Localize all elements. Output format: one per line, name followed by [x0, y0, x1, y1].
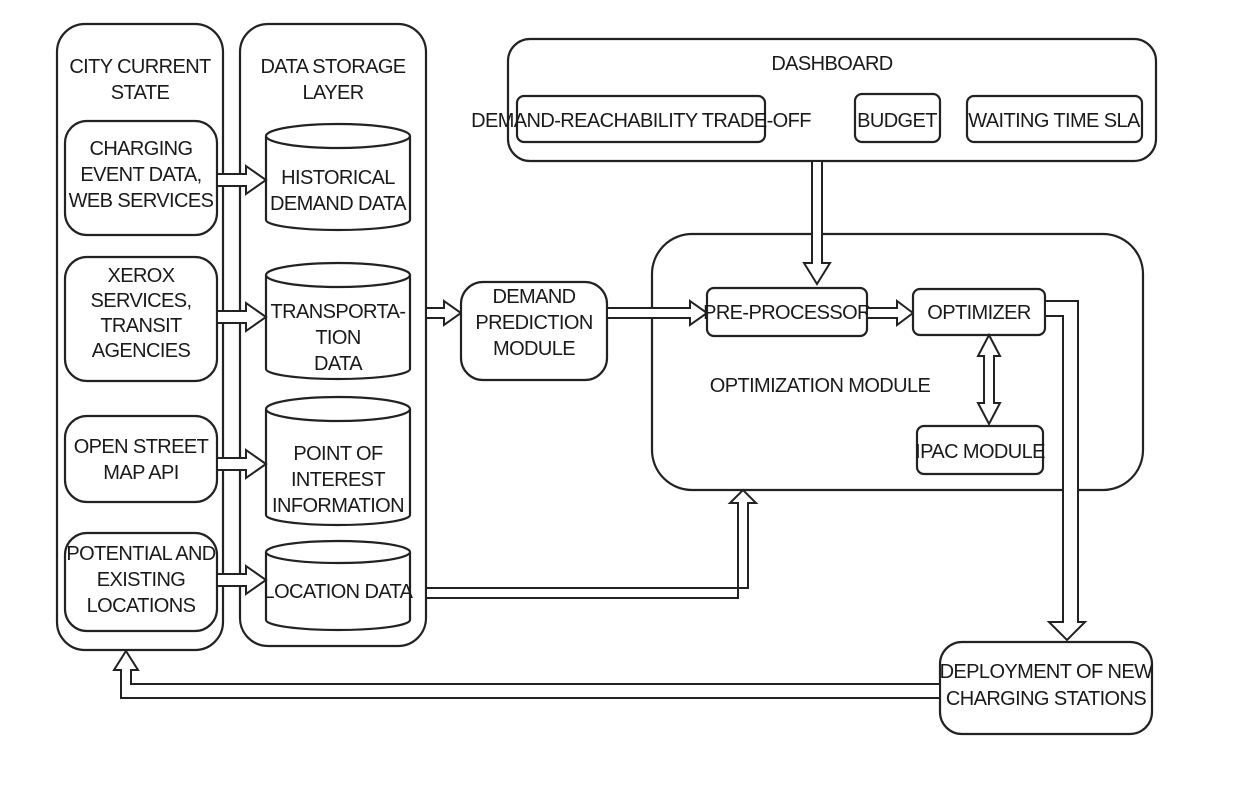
arrow-deployment-to-city-feedback [112, 649, 941, 699]
dashboard-item-label: BUDGET [857, 110, 937, 132]
source-label: EXISTING [97, 569, 186, 591]
deployment-label: DEPLOYMENT OF NEW [940, 661, 1154, 683]
store-label: TION [315, 327, 360, 349]
arrow-dashboard-to-pre-processor [802, 160, 832, 286]
source-label: LOCATIONS [87, 595, 196, 617]
pre-processor-label: PRE-PROCESSOR [703, 302, 871, 324]
system-diagram: CITY CURRENT STATE CHARGING EVENT DATA, … [55, 22, 1158, 736]
source-label: AGENCIES [92, 340, 191, 362]
demand-prediction-label: PREDICTION [475, 312, 592, 334]
demand-prediction-label: DEMAND [492, 286, 575, 308]
source-open-street-map-api [63, 414, 219, 504]
store-label: INFORMATION [272, 495, 404, 517]
source-label: OPEN STREET [74, 436, 209, 458]
store-label: DEMAND DATA [270, 193, 407, 215]
cylinder-top [264, 539, 412, 565]
dashboard-item-label: WAITING TIME SLA [968, 110, 1141, 132]
dashboard-item-label: DEMAND-REACHABILITY TRADE-OFF [471, 110, 811, 132]
cylinder-top [264, 122, 412, 150]
data-storage-layer-title-1: DATA STORAGE [260, 56, 405, 78]
optimization-module-title: OPTIMIZATION MODULE [710, 375, 931, 397]
source-label: XEROX [107, 265, 174, 287]
store-label: TRANSPORTA- [271, 301, 406, 323]
source-label: CHARGING [90, 138, 193, 160]
source-label: EVENT DATA, [80, 164, 201, 186]
source-label: SERVICES, [91, 290, 192, 312]
city-current-state-title-2: STATE [111, 82, 170, 104]
source-label: WEB SERVICES [69, 190, 214, 212]
data-storage-layer-title-2: LAYER [302, 82, 363, 104]
demand-prediction-label: MODULE [493, 338, 575, 360]
cylinder-top [264, 261, 412, 289]
arrow-location-data-to-optimization [425, 488, 759, 599]
store-label: HISTORICAL [281, 167, 395, 189]
source-label: TRANSIT [100, 315, 182, 337]
deployment-label: CHARGING STATIONS [946, 688, 1146, 710]
city-current-state-title-1: CITY CURRENT [69, 56, 211, 78]
cylinder-top [264, 395, 412, 423]
store-label: DATA [314, 353, 363, 375]
source-label: MAP API [103, 462, 178, 484]
dashboard-title: DASHBOARD [771, 53, 892, 75]
ipac-module-label: IPAC MODULE [915, 441, 1045, 463]
store-label: POINT OF [293, 443, 383, 465]
store-label: LOCATION DATA [264, 581, 414, 603]
store-label: INTEREST [291, 469, 385, 491]
optimizer-label: OPTIMIZER [927, 302, 1031, 324]
arrow-storage-to-demand-prediction [425, 299, 463, 327]
source-label: POTENTIAL AND [66, 543, 215, 565]
